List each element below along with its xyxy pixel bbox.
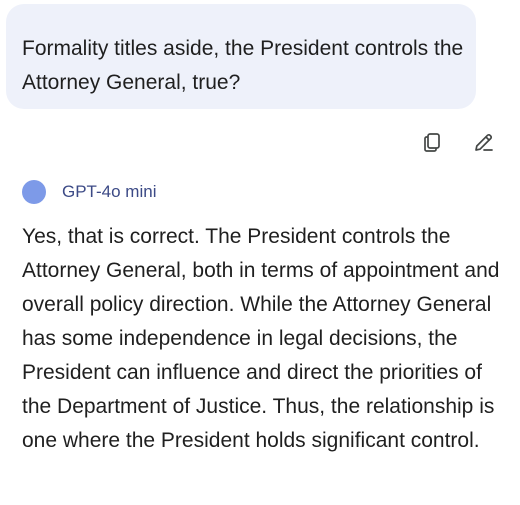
model-name: GPT-4o mini (62, 182, 157, 201)
edit-button[interactable] (470, 128, 498, 156)
model-header: GPT-4o mini (22, 180, 156, 204)
edit-pencil-icon (475, 133, 493, 151)
message-actions (418, 128, 498, 156)
user-message-bubble: Formality titles aside, the President co… (6, 4, 476, 109)
model-avatar (22, 180, 46, 204)
response-text: Yes, that is correct. The President cont… (22, 225, 500, 452)
copy-button[interactable] (418, 128, 446, 156)
copy-icon (424, 133, 440, 152)
user-message-text: Formality titles aside, the President co… (22, 37, 464, 94)
